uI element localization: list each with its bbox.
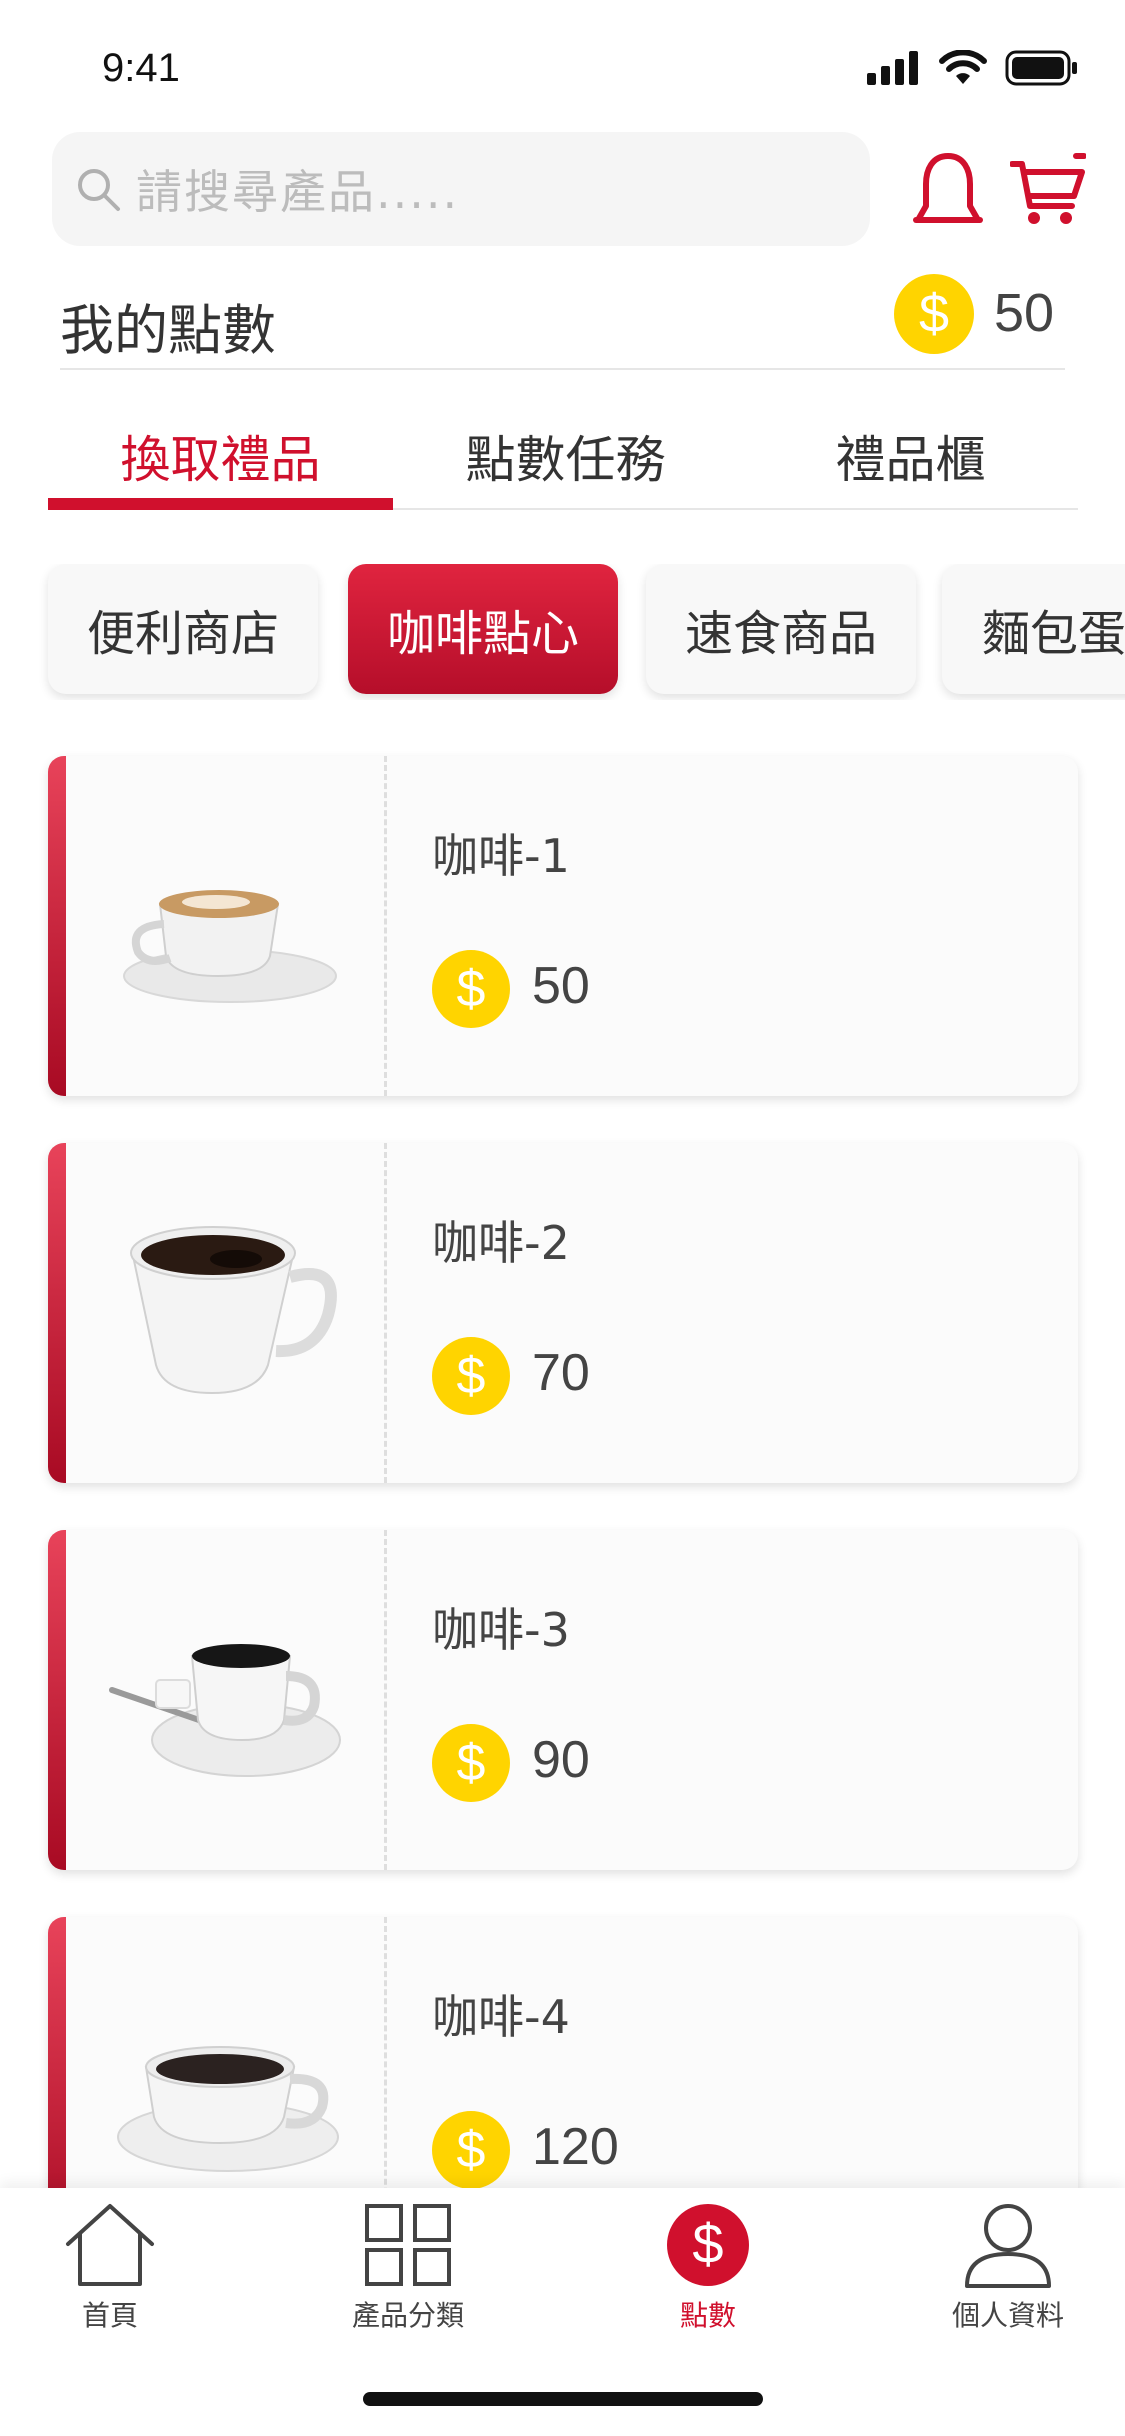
- bell-icon[interactable]: [912, 150, 984, 230]
- chip-fast-food[interactable]: 速食商品: [646, 564, 916, 694]
- chip-bread-cake[interactable]: 麵包蛋: [942, 564, 1125, 694]
- product-price: 120: [532, 2118, 619, 2176]
- card-accent-bar: [48, 1530, 66, 1870]
- cellular-signal-icon: [867, 51, 918, 85]
- home-icon: [66, 2204, 154, 2286]
- product-card[interactable]: 咖啡-3 $ 90: [48, 1530, 1078, 1870]
- wifi-icon: [939, 50, 987, 84]
- svg-text:$: $: [692, 2212, 723, 2275]
- product-card[interactable]: 咖啡-2 $ 70: [48, 1143, 1078, 1483]
- chip-coffee-snacks[interactable]: 咖啡點心: [348, 564, 618, 694]
- nav-profile[interactable]: 個人資料: [898, 2202, 1118, 2334]
- card-accent-bar: [48, 756, 66, 1096]
- product-name: 咖啡-3: [432, 1603, 570, 1657]
- search-bar[interactable]: 請搜尋產品.....: [52, 132, 870, 246]
- nav-product-categories-label: 產品分類: [351, 2299, 464, 2332]
- coin-icon: $: [894, 274, 974, 354]
- card-divider: [384, 1143, 387, 1483]
- cart-icon[interactable]: [1010, 150, 1086, 230]
- product-price: 50: [532, 957, 590, 1015]
- coin-icon: $: [432, 950, 510, 1028]
- points-icon: $: [667, 2204, 749, 2286]
- search-icon: [78, 169, 120, 211]
- nav-product-categories[interactable]: 產品分類: [298, 2202, 518, 2334]
- my-points-label: 我的點數: [60, 299, 276, 362]
- product-name: 咖啡-4: [432, 1990, 570, 2044]
- status-time: 9:41: [102, 46, 180, 90]
- my-points-value: 50: [994, 283, 1055, 343]
- search-placeholder: 請搜尋產品.....: [136, 165, 460, 219]
- nav-points[interactable]: $ 點數: [598, 2202, 818, 2334]
- person-icon: [965, 2204, 1051, 2288]
- coffee-cup-saucer-image: [117, 2046, 339, 2172]
- product-card[interactable]: 咖啡-1 $ 50: [48, 756, 1078, 1096]
- product-price: 70: [532, 1344, 590, 1402]
- coin-icon: $: [432, 1337, 510, 1415]
- cappuccino-cup-image: [123, 890, 337, 1003]
- card-divider: [384, 1530, 387, 1870]
- grid-icon: [365, 2204, 451, 2286]
- black-coffee-cup-image: [130, 1226, 337, 1395]
- tab-bar: 換取禮品 點數任務 禮品櫃: [48, 400, 1078, 510]
- card-accent-bar: [48, 1143, 66, 1483]
- nav-home-label: 首頁: [81, 2299, 138, 2332]
- chip-convenience-store[interactable]: 便利商店: [48, 564, 318, 694]
- home-indicator: [363, 2392, 763, 2406]
- tab-redeem-gifts[interactable]: 換取禮品: [48, 420, 393, 492]
- card-divider: [384, 756, 387, 1096]
- tab-gift-cabinet[interactable]: 禮品櫃: [738, 420, 1083, 492]
- product-price: 90: [532, 1731, 590, 1789]
- status-bar: 9:41: [0, 0, 1125, 130]
- espresso-cup-with-spoon-image: [109, 1644, 341, 1777]
- battery-icon: [1005, 50, 1077, 86]
- nav-home[interactable]: 首頁: [0, 2202, 220, 2334]
- tab-point-tasks[interactable]: 點數任務: [393, 420, 738, 492]
- my-points-row: 我的點數 $ 50: [60, 270, 1065, 370]
- category-chips: 便利商店 咖啡點心 速食商品 麵包蛋: [0, 564, 1125, 700]
- product-name: 咖啡-2: [432, 1216, 570, 1270]
- active-tab-indicator: [48, 498, 393, 510]
- product-name: 咖啡-1: [432, 829, 570, 883]
- status-icons: [867, 50, 1079, 86]
- coin-icon: $: [432, 1724, 510, 1802]
- coin-icon: $: [432, 2111, 510, 2189]
- nav-points-label: 點數: [679, 2299, 736, 2332]
- nav-profile-label: 個人資料: [951, 2299, 1064, 2332]
